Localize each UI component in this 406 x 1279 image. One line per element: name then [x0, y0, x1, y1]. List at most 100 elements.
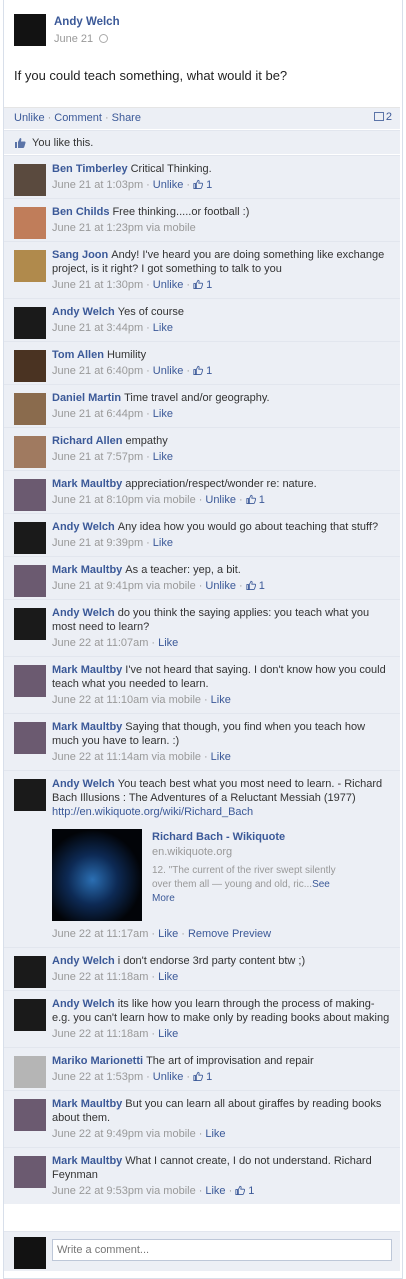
preview-title[interactable]: Richard Bach - Wikiquote [152, 831, 285, 843]
commenter-name[interactable]: Tom Allen [52, 349, 104, 361]
commenter-avatar[interactable] [14, 956, 46, 988]
commenter-name[interactable]: Andy Welch [52, 607, 115, 619]
comment-link[interactable]: Comment [54, 112, 102, 124]
commenter-name[interactable]: Mark Maultby [52, 1098, 122, 1110]
commenter-avatar[interactable] [14, 164, 46, 196]
commenter-name[interactable]: Andy Welch [52, 306, 115, 318]
commenter-name[interactable]: Andy Welch [52, 955, 115, 967]
author-avatar[interactable] [14, 14, 46, 46]
like-toggle[interactable]: Unlike [205, 494, 236, 506]
like-toggle[interactable]: Like [158, 637, 178, 649]
comment-like-count[interactable]: 1 [193, 279, 212, 291]
like-toggle[interactable]: Like [153, 408, 173, 420]
like-toggle[interactable]: Unlike [153, 365, 184, 377]
comment-body: Richard Allen empathy [52, 434, 392, 448]
commenter-name[interactable]: Andy Welch [52, 778, 115, 790]
comment-time[interactable]: June 22 at 11:17am [52, 928, 148, 940]
commenter-name[interactable]: Daniel Martin [52, 392, 121, 404]
like-toggle[interactable]: Like [153, 537, 173, 549]
author-name[interactable]: Andy Welch [54, 16, 120, 28]
like-toggle[interactable]: Unlike [153, 279, 184, 291]
comment-like-count[interactable]: 1 [193, 1071, 212, 1083]
share-link[interactable]: Share [112, 112, 141, 124]
commenter-avatar[interactable] [14, 1099, 46, 1131]
like-toggle[interactable]: Like [153, 451, 173, 463]
comment-time[interactable]: June 22 at 9:49pm via mobile [52, 1128, 196, 1140]
like-toggle[interactable]: Like [158, 1028, 178, 1040]
commenter-avatar[interactable] [14, 436, 46, 468]
comment-time[interactable]: June 22 at 11:14am via mobile [52, 751, 201, 763]
comment-like-count[interactable]: 1 [246, 494, 265, 506]
commenter-name[interactable]: Ben Childs [52, 206, 109, 218]
commenter-name[interactable]: Richard Allen [52, 435, 123, 447]
commenter-avatar[interactable] [14, 307, 46, 339]
thumbs-up-icon [235, 1185, 246, 1195]
comment-time[interactable]: June 21 at 1:23pm via mobile [52, 222, 196, 234]
comment-like-count[interactable]: 1 [193, 179, 212, 191]
commenter-avatar[interactable] [14, 1056, 46, 1088]
comment-time[interactable]: June 22 at 9:53pm via mobile [52, 1185, 196, 1197]
preview-image[interactable] [52, 829, 142, 921]
commenter-name[interactable]: Ben Timberley [52, 163, 128, 175]
comment-time[interactable]: June 22 at 11:18am [52, 971, 148, 983]
comment-time[interactable]: June 22 at 11:10am via mobile [52, 694, 201, 706]
commenter-name[interactable]: Mark Maultby [52, 1155, 122, 1167]
commenter-name[interactable]: Andy Welch [52, 998, 115, 1010]
comment-time[interactable]: June 21 at 9:41pm via mobile [52, 580, 196, 592]
comment-time[interactable]: June 22 at 1:53pm [52, 1071, 143, 1083]
comment-like-count[interactable]: 1 [193, 365, 212, 377]
comment-time[interactable]: June 21 at 9:39pm [52, 537, 143, 549]
commenter-avatar[interactable] [14, 479, 46, 511]
commenter-avatar[interactable] [14, 779, 46, 811]
like-toggle[interactable]: Like [205, 1128, 225, 1140]
commenter-avatar[interactable] [14, 350, 46, 382]
write-comment-input[interactable] [52, 1239, 392, 1261]
like-toggle[interactable]: Unlike [153, 179, 184, 191]
commenter-avatar[interactable] [14, 722, 46, 754]
comment-like-count[interactable]: 1 [235, 1185, 254, 1197]
comment-time[interactable]: June 22 at 11:07am [52, 637, 148, 649]
like-toggle[interactable]: Unlike [153, 1071, 184, 1083]
commenter-name[interactable]: Mark Maultby [52, 721, 122, 733]
comment-time[interactable]: June 22 at 11:18am [52, 1028, 148, 1040]
comment-time[interactable]: June 21 at 8:10pm via mobile [52, 494, 196, 506]
comment-time[interactable]: June 21 at 6:44pm [52, 408, 143, 420]
comment-time[interactable]: June 21 at 3:44pm [52, 322, 143, 334]
commenter-avatar[interactable] [14, 608, 46, 640]
commenter-name[interactable]: Mark Maultby [52, 478, 122, 490]
like-toggle[interactable]: Like [158, 928, 178, 940]
commenter-avatar[interactable] [14, 522, 46, 554]
commenter-name[interactable]: Sang Joon [52, 249, 108, 261]
commenter-name[interactable]: Mark Maultby [52, 564, 122, 576]
commenter-name[interactable]: Mariko Marionetti [52, 1055, 143, 1067]
commenter-avatar[interactable] [14, 665, 46, 697]
commenter-avatar[interactable] [14, 250, 46, 282]
commenter-avatar[interactable] [14, 393, 46, 425]
like-toggle[interactable]: Like [153, 322, 173, 334]
comment-link[interactable]: http://en.wikiquote.org/wiki/Richard_Bac… [52, 806, 253, 818]
commenter-name[interactable]: Mark Maultby [52, 664, 122, 676]
commenter-avatar[interactable] [14, 565, 46, 597]
like-toggle[interactable]: Like [211, 694, 231, 706]
commenter-avatar[interactable] [14, 1156, 46, 1188]
like-toggle[interactable]: Like [205, 1185, 225, 1197]
commenter-avatar[interactable] [14, 207, 46, 239]
commenter-avatar[interactable] [14, 999, 46, 1031]
comment-time[interactable]: June 21 at 1:30pm [52, 279, 143, 291]
comment-body: Mark Maultby What I cannot create, I do n… [52, 1154, 392, 1182]
like-toggle[interactable]: Like [211, 751, 231, 763]
link-preview[interactable]: Richard Bach - Wikiquote en.wikiquote.org… [52, 829, 392, 921]
unlike-link[interactable]: Unlike [14, 112, 45, 124]
comment-like-count[interactable]: 1 [246, 580, 265, 592]
comment-time[interactable]: June 21 at 6:40pm [52, 365, 143, 377]
like-toggle[interactable]: Like [158, 971, 178, 983]
post-date[interactable]: June 21 [54, 33, 93, 45]
viewer-avatar [14, 1237, 46, 1269]
comment-text: i don't endorse 3rd party content btw ;) [117, 955, 306, 967]
comment-time[interactable]: June 21 at 7:57pm [52, 451, 143, 463]
like-toggle[interactable]: Unlike [205, 580, 236, 592]
comment-count[interactable]: 2 [373, 111, 392, 123]
commenter-name[interactable]: Andy Welch [52, 521, 115, 533]
remove-preview-link[interactable]: Remove Preview [188, 928, 271, 940]
comment-time[interactable]: June 21 at 1:03pm [52, 179, 143, 191]
